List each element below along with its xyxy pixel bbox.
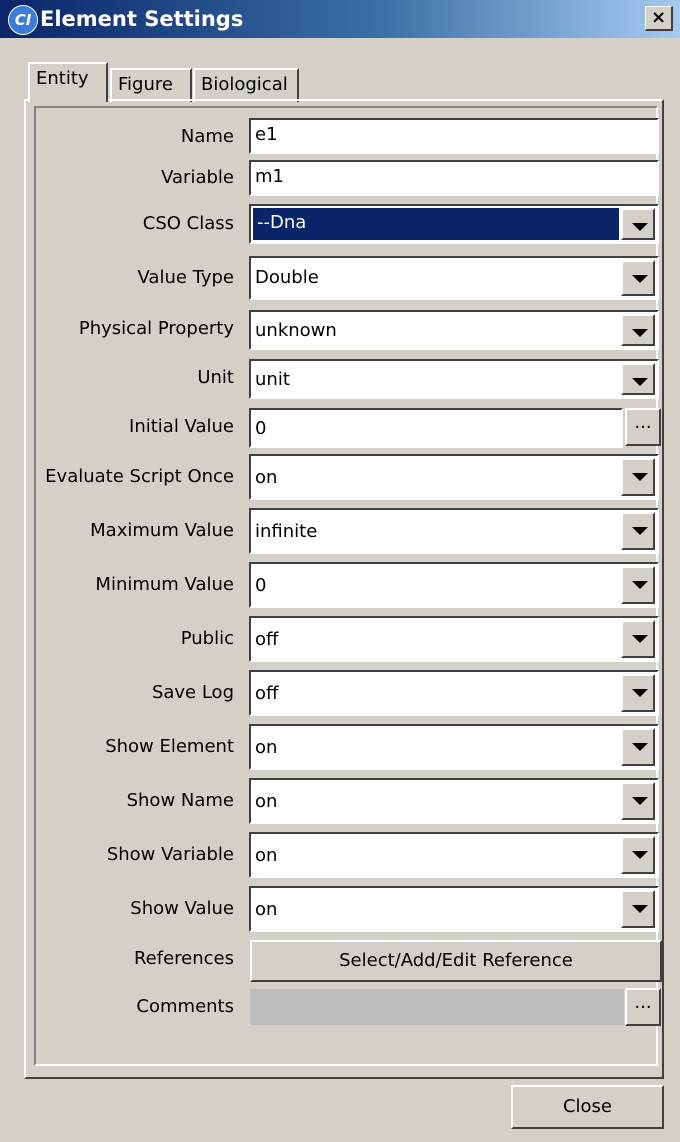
cso-class-label: CSO Class <box>142 213 234 234</box>
save-log-value: off <box>255 683 279 704</box>
public-label: Public <box>180 628 234 649</box>
chevron-down-icon[interactable] <box>621 260 655 296</box>
show-variable-label: Show Variable <box>106 844 234 865</box>
close-button[interactable]: Close <box>511 1085 664 1129</box>
value-type-select[interactable]: Double <box>249 256 659 300</box>
chevron-down-icon[interactable] <box>621 728 655 766</box>
unit-select[interactable]: unit <box>249 359 659 399</box>
show-name-label: Show Name <box>126 790 234 811</box>
value-type-value: Double <box>255 267 319 288</box>
minimum-value-value: 0 <box>255 575 267 596</box>
tab-biological[interactable]: Biological <box>193 68 299 102</box>
tab-figure-label: Figure <box>118 74 173 95</box>
name-input[interactable]: e1 <box>249 118 659 154</box>
chevron-down-icon[interactable] <box>621 782 655 820</box>
show-element-label: Show Element <box>105 736 234 757</box>
public-value: off <box>255 629 279 650</box>
maximum-value-value: infinite <box>255 521 318 542</box>
app-icon: CI <box>8 5 38 35</box>
chevron-down-icon[interactable] <box>621 363 655 395</box>
public-select[interactable]: off <box>249 616 659 662</box>
unit-value: unit <box>255 369 290 390</box>
variable-label: Variable <box>161 167 234 188</box>
show-name-select[interactable]: on <box>249 778 659 824</box>
variable-input[interactable]: m1 <box>249 160 659 196</box>
cso-class-select[interactable]: --Dna <box>249 204 659 244</box>
initial-value-ellipsis-button[interactable]: ... <box>625 408 661 446</box>
comments-field[interactable] <box>250 989 624 1025</box>
references-label: References <box>133 948 234 969</box>
initial-value-label: Initial Value <box>129 416 234 437</box>
chevron-down-icon[interactable] <box>621 512 655 550</box>
chevron-down-icon[interactable] <box>621 620 655 658</box>
minimum-value-select[interactable]: 0 <box>249 562 659 608</box>
chevron-down-icon[interactable] <box>621 674 655 712</box>
initial-value-input[interactable]: 0 <box>249 408 623 448</box>
tab-figure[interactable]: Figure <box>110 68 192 102</box>
close-window-button[interactable]: × <box>645 6 673 31</box>
show-variable-value: on <box>255 845 278 866</box>
name-label: Name <box>180 126 234 147</box>
tab-entity-label: Entity <box>36 68 89 89</box>
save-log-label: Save Log <box>151 682 234 703</box>
select-add-edit-reference-button[interactable]: Select/Add/Edit Reference <box>250 940 662 982</box>
title-bar: CI Element Settings × <box>0 0 680 38</box>
window-title: Element Settings <box>40 7 244 31</box>
comments-label: Comments <box>136 996 234 1017</box>
maximum-value-select[interactable]: infinite <box>249 508 659 554</box>
physical-property-value: unknown <box>255 320 337 341</box>
chevron-down-icon[interactable] <box>621 836 655 874</box>
physical-property-label: Physical Property <box>78 318 234 339</box>
value-type-label: Value Type <box>137 267 235 288</box>
chevron-down-icon[interactable] <box>621 458 655 496</box>
evaluate-script-once-label: Evaluate Script Once <box>45 466 234 487</box>
save-log-select[interactable]: off <box>249 670 659 716</box>
tab-entity[interactable]: Entity <box>28 62 108 102</box>
minimum-value-label: Minimum Value <box>95 574 234 595</box>
show-name-value: on <box>255 791 278 812</box>
chevron-down-icon[interactable] <box>621 314 655 346</box>
show-element-select[interactable]: on <box>249 724 659 770</box>
show-element-value: on <box>255 737 278 758</box>
tab-biological-label: Biological <box>201 74 288 95</box>
unit-label: Unit <box>197 367 234 388</box>
chevron-down-icon[interactable] <box>621 566 655 604</box>
physical-property-select[interactable]: unknown <box>249 310 659 350</box>
evaluate-script-once-select[interactable]: on <box>249 454 659 500</box>
evaluate-script-once-value: on <box>255 467 278 488</box>
show-value-value: on <box>255 899 278 920</box>
show-variable-select[interactable]: on <box>249 832 659 878</box>
show-value-label: Show Value <box>130 898 234 919</box>
cso-class-value: --Dna <box>253 208 619 240</box>
chevron-down-icon[interactable] <box>621 208 655 240</box>
show-value-select[interactable]: on <box>249 886 659 932</box>
comments-ellipsis-button[interactable]: ... <box>625 988 661 1026</box>
maximum-value-label: Maximum Value <box>90 520 234 541</box>
chevron-down-icon[interactable] <box>621 890 655 928</box>
